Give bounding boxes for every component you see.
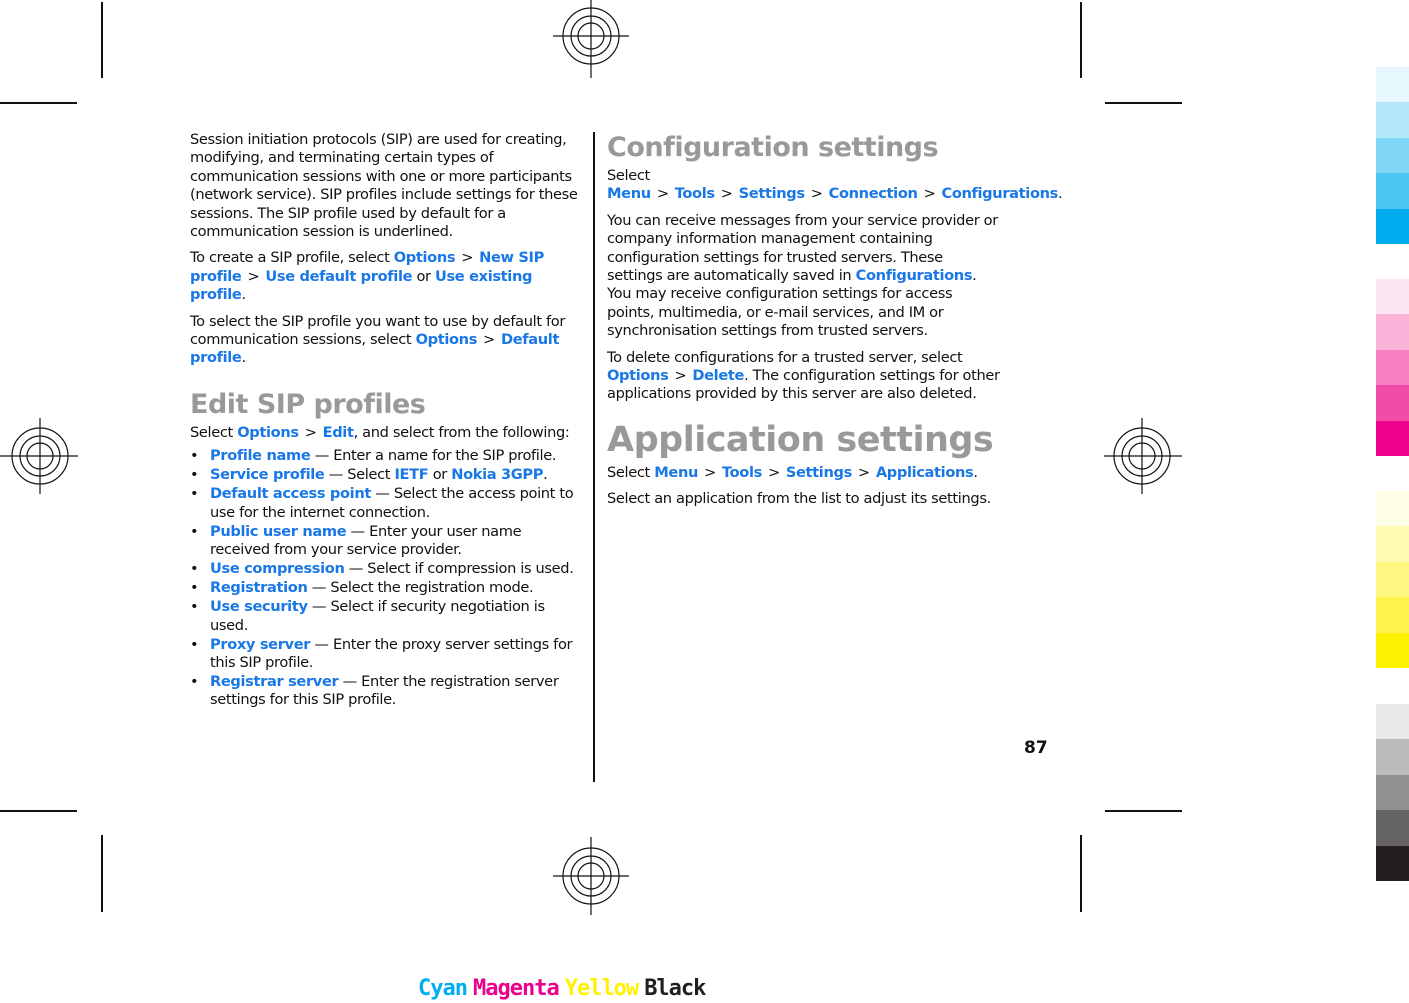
list-item: Public user name — Enter your user name … xyxy=(190,523,585,560)
crop-mark xyxy=(0,102,77,104)
registration-term[interactable]: Registration xyxy=(210,579,308,596)
list-item: Proxy server — Enter the proxy server se… xyxy=(190,636,585,673)
cyan-swatch xyxy=(1376,173,1409,209)
cyan-label: Cyan xyxy=(418,976,468,1001)
applications-link[interactable]: Applications xyxy=(876,464,974,481)
left-column: Session initiation protocols (SIP) are u… xyxy=(190,131,585,710)
registration-mark-icon xyxy=(0,418,78,494)
registration-mark-icon xyxy=(553,837,629,915)
cyan-swatch xyxy=(1376,208,1409,244)
color-labels: Cyan Magenta Yellow Black xyxy=(418,976,711,1001)
crop-mark xyxy=(101,835,103,912)
column-divider xyxy=(593,132,595,782)
yellow-swatch xyxy=(1376,597,1409,633)
create-sip-profile-text: To create a SIP profile, select Options >… xyxy=(190,249,544,304)
magenta-swatch-strip xyxy=(1376,279,1409,456)
yellow-swatch xyxy=(1376,632,1409,668)
options-link[interactable]: Options xyxy=(237,424,299,441)
public-user-name-term[interactable]: Public user name xyxy=(210,523,347,540)
options-link[interactable]: Options xyxy=(416,331,478,348)
yellow-swatch-strip xyxy=(1376,491,1409,668)
cyan-swatch-strip xyxy=(1376,67,1409,244)
magenta-swatch xyxy=(1376,385,1409,421)
cyan-swatch xyxy=(1376,67,1409,103)
application-settings-heading: Application settings xyxy=(607,419,994,460)
cyan-swatch xyxy=(1376,102,1409,138)
profile-name-term[interactable]: Profile name xyxy=(210,447,311,464)
edit-sip-profiles-heading: Edit SIP profiles xyxy=(190,388,426,420)
sip-intro: Session initiation protocols (SIP) are u… xyxy=(190,131,578,241)
options-link[interactable]: Options xyxy=(394,249,456,266)
delete-config-text: To delete configurations for a trusted s… xyxy=(607,348,1000,403)
config-path: Select Menu > Tools > Settings > Connection > Co… xyxy=(607,167,1063,203)
crop-mark xyxy=(1105,102,1182,104)
settings-link[interactable]: Settings xyxy=(739,185,805,202)
cyan-swatch xyxy=(1376,137,1409,174)
list-item: Use security — Select if security negoti… xyxy=(190,598,585,635)
magenta-swatch xyxy=(1376,349,1409,386)
menu-link[interactable]: Menu xyxy=(654,464,698,481)
menu-link[interactable]: Menu xyxy=(607,185,651,202)
default-access-point-term[interactable]: Default access point xyxy=(210,485,371,502)
ietf-option[interactable]: IETF xyxy=(394,466,428,483)
magenta-swatch xyxy=(1376,420,1409,456)
edit-intro-text: Select Options > Edit, and select from the… xyxy=(190,423,570,441)
page-number: 87 xyxy=(1024,738,1048,758)
nokia-3gpp-option[interactable]: Nokia 3GPP xyxy=(451,466,543,483)
sip-settings-list: Profile name — Enter a name for the SIP … xyxy=(190,447,585,709)
crop-mark xyxy=(101,2,103,78)
use-default-profile-link[interactable]: Use default profile xyxy=(265,268,412,285)
yellow-swatch xyxy=(1376,526,1409,562)
edit-link[interactable]: Edit xyxy=(323,424,354,441)
crop-mark xyxy=(0,810,77,812)
black-swatch xyxy=(1376,704,1409,740)
registrar-server-term[interactable]: Registrar server xyxy=(210,673,339,690)
registration-mark-icon xyxy=(1104,418,1182,494)
crop-mark xyxy=(1105,810,1182,812)
list-item: Default access point — Select the access… xyxy=(190,485,585,522)
use-security-term[interactable]: Use security xyxy=(210,598,308,615)
black-swatch xyxy=(1376,774,1409,811)
yellow-swatch xyxy=(1376,491,1409,527)
yellow-swatch xyxy=(1376,561,1409,598)
list-item: Profile name — Enter a name for the SIP … xyxy=(190,447,585,466)
configuration-settings-heading: Configuration settings xyxy=(607,132,939,163)
black-swatch xyxy=(1376,810,1409,846)
delete-link[interactable]: Delete xyxy=(692,367,744,384)
list-item: Registration — Select the registration m… xyxy=(190,579,585,598)
list-item: Service profile — Select IETF or Nokia 3… xyxy=(190,466,585,485)
app-body: Select an application from the list to a… xyxy=(607,490,991,508)
black-label: Black xyxy=(644,976,706,1001)
magenta-swatch xyxy=(1376,279,1409,315)
use-compression-term[interactable]: Use compression xyxy=(210,560,345,577)
options-link[interactable]: Options xyxy=(607,367,669,384)
configurations-link[interactable]: Configurations xyxy=(941,185,1058,202)
service-profile-term[interactable]: Service profile xyxy=(210,466,325,483)
configurations-link[interactable]: Configurations xyxy=(856,267,973,284)
select-default-profile-text: To select the SIP profile you want to us… xyxy=(190,312,566,367)
settings-link[interactable]: Settings xyxy=(786,464,852,481)
tools-link[interactable]: Tools xyxy=(722,464,762,481)
tools-link[interactable]: Tools xyxy=(675,185,715,202)
config-body: You can receive messages from your servi… xyxy=(607,211,998,340)
magenta-swatch xyxy=(1376,314,1409,350)
crop-mark xyxy=(1080,2,1082,78)
magenta-label: Magenta xyxy=(472,976,560,1001)
right-column: Configuration settings Select Menu > Tools… xyxy=(607,131,1063,517)
black-swatch-strip xyxy=(1376,704,1409,881)
app-path: Select Menu > Tools > Settings > Applications. xyxy=(607,463,978,481)
crop-mark xyxy=(1080,835,1082,912)
black-swatch xyxy=(1376,739,1409,775)
proxy-server-term[interactable]: Proxy server xyxy=(210,636,310,653)
black-swatch xyxy=(1376,845,1409,881)
list-item: Use compression — Select if compression … xyxy=(190,560,585,579)
yellow-label: Yellow xyxy=(564,976,639,1001)
connection-link[interactable]: Connection xyxy=(829,185,918,202)
registration-mark-icon xyxy=(553,0,629,78)
list-item: Registrar server — Enter the registratio… xyxy=(190,673,585,710)
